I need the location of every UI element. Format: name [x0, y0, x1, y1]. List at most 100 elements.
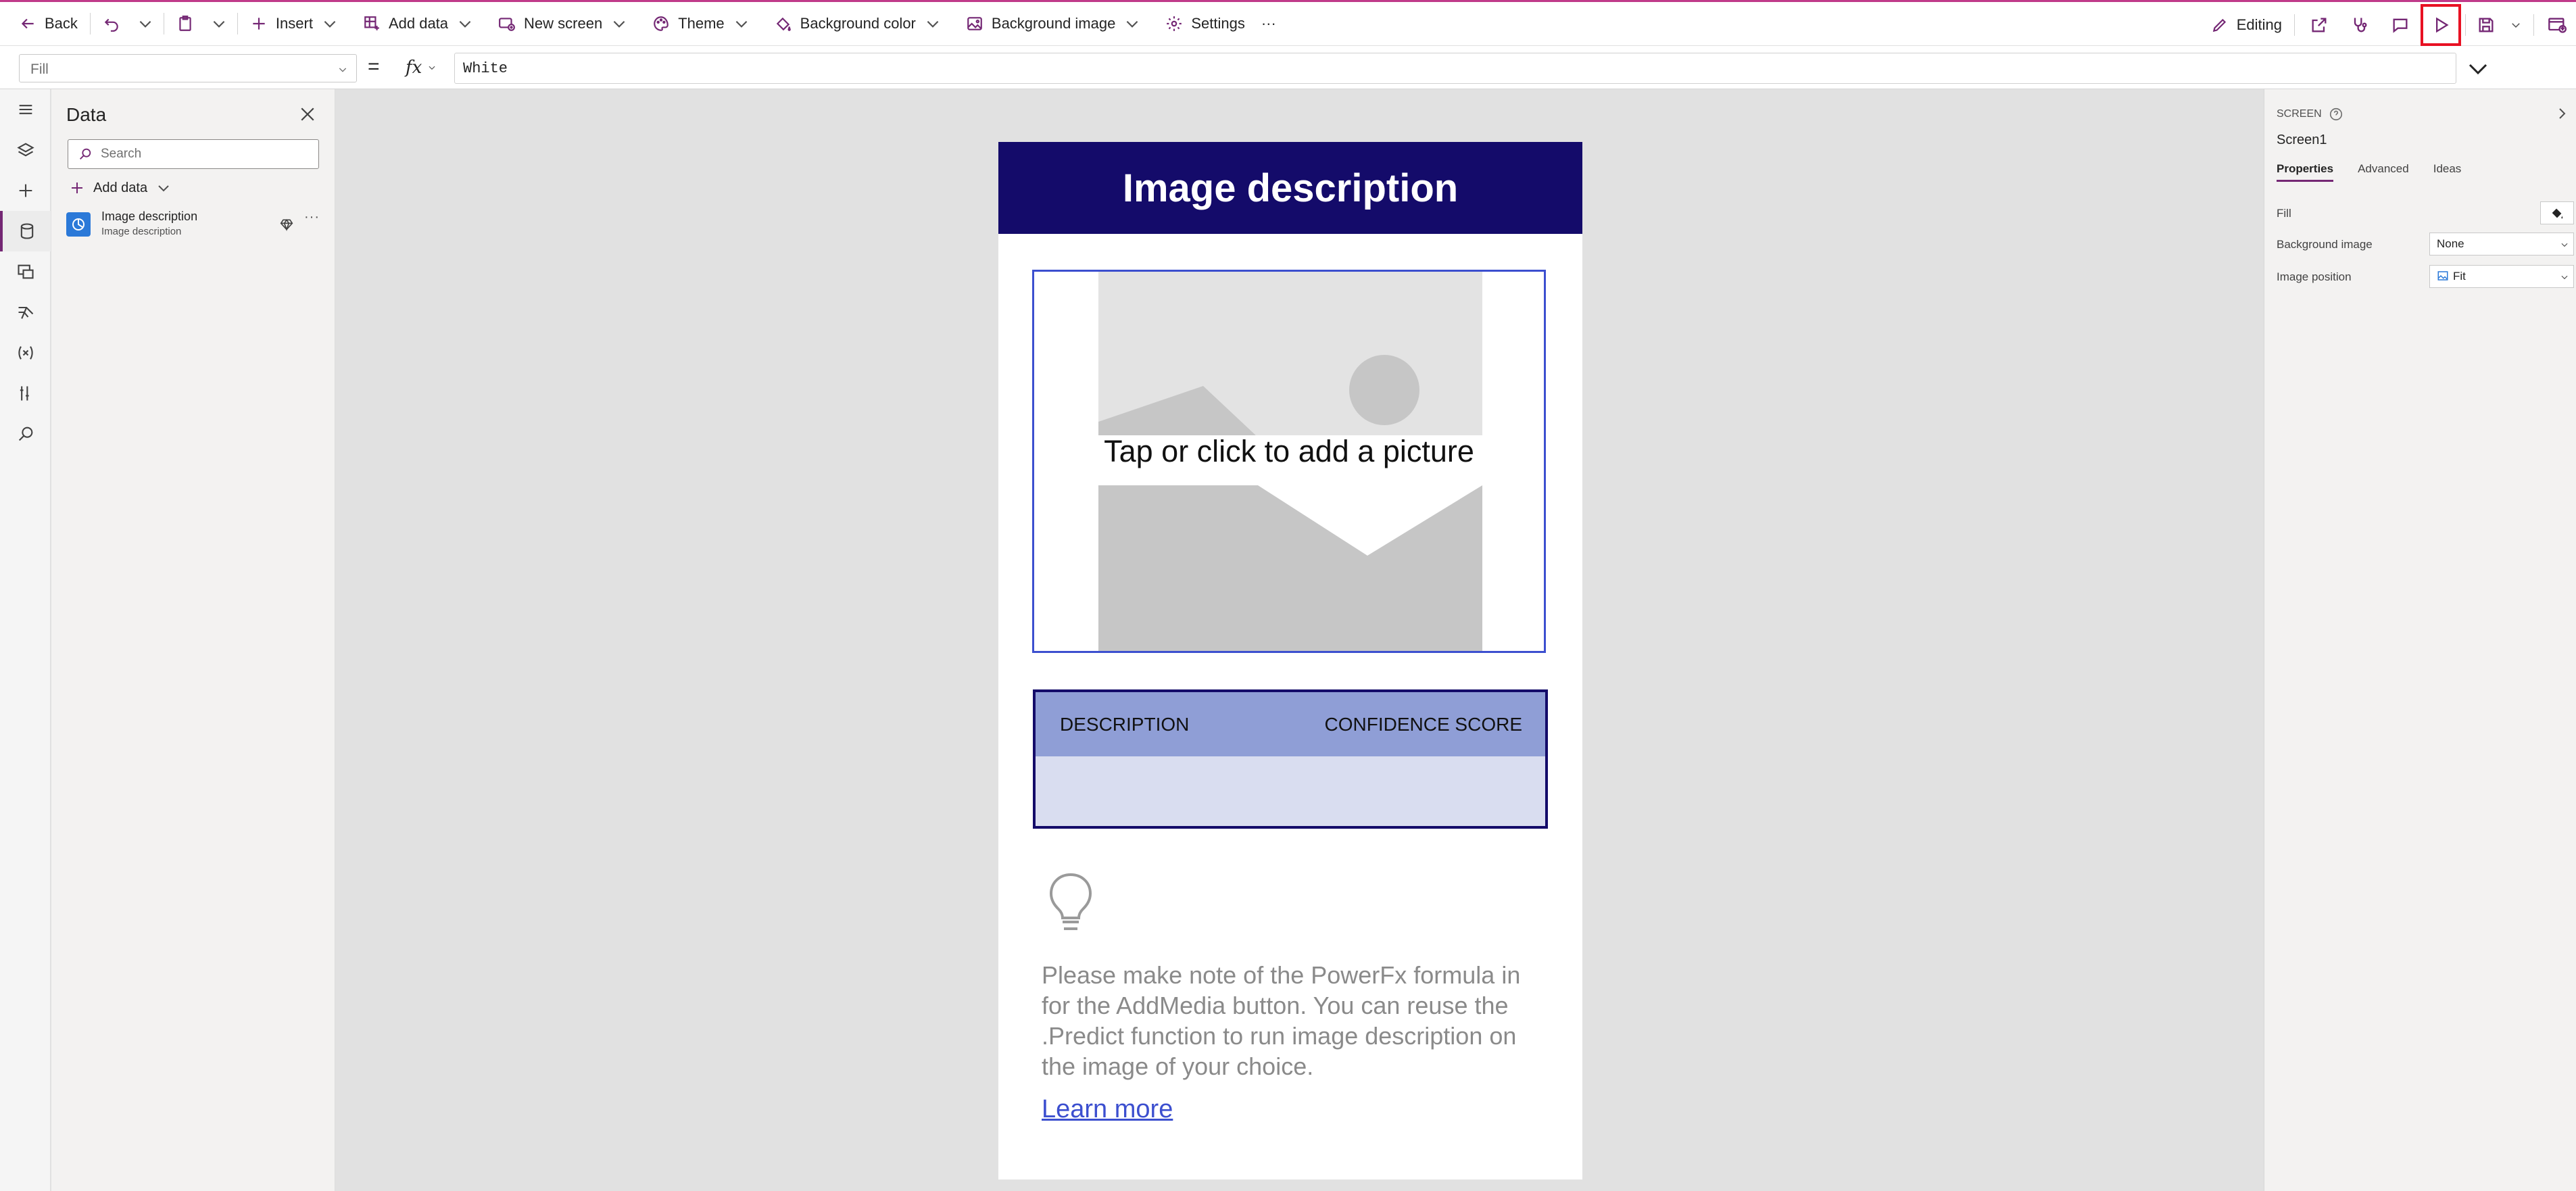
chevron-down-icon	[324, 20, 336, 28]
fill-row: Fill	[2277, 201, 2574, 226]
premium-diamond-icon	[280, 218, 293, 231]
back-button[interactable]: Back	[11, 1, 86, 47]
add-picture-control[interactable]: Tap or click to add a picture	[1032, 270, 1546, 653]
background-color-button[interactable]: Background color	[767, 1, 958, 47]
chevron-down-icon	[459, 20, 471, 28]
share-icon	[2312, 18, 2327, 32]
expand-formula-icon[interactable]	[2466, 57, 2490, 81]
chevron-down-icon	[2561, 275, 2568, 280]
settings-button[interactable]: Settings	[1157, 1, 1253, 47]
advanced-tools-button[interactable]	[0, 373, 51, 414]
publish-button[interactable]	[2538, 2, 2576, 48]
function-picker[interactable]: fx	[406, 53, 437, 82]
help-icon[interactable]	[2329, 107, 2343, 122]
data-search-input[interactable]	[101, 144, 310, 164]
ai-model-icon	[66, 212, 91, 237]
menu-button[interactable]	[0, 89, 51, 130]
fx-icon: fx	[406, 57, 422, 78]
preview-app-button[interactable]	[2421, 2, 2461, 48]
plus-icon	[19, 184, 32, 197]
new-screen-button[interactable]: New screen	[490, 1, 644, 47]
screen-header[interactable]: Image description	[998, 142, 1582, 234]
search-pane-button[interactable]	[0, 414, 51, 454]
media-icon	[17, 264, 34, 279]
image-position-dropdown[interactable]: Fit	[2429, 265, 2574, 288]
chevron-down-icon	[139, 20, 151, 28]
command-bar: Back Insert Add data New screen Theme Ba…	[0, 0, 2576, 46]
app-screen: Image description Tap or click to add a …	[998, 142, 1582, 1180]
app-checker-button[interactable]	[2339, 2, 2380, 48]
control-name[interactable]: Screen1	[2277, 132, 2327, 148]
save-button[interactable]	[2470, 2, 2502, 48]
comment-icon	[2393, 18, 2408, 33]
comments-button[interactable]	[2380, 2, 2421, 48]
data-source-item[interactable]: Image description Image description ···	[66, 210, 327, 242]
property-dropdown[interactable]: Fill	[19, 54, 357, 82]
properties-panel: SCREEN Screen1 Properties Advanced Ideas…	[2264, 89, 2576, 1191]
add-data-button[interactable]: Add data	[355, 1, 490, 47]
search-icon	[80, 148, 91, 160]
background-image-row: Background image None	[2277, 233, 2574, 257]
formula-input[interactable]: White	[454, 53, 2456, 84]
insert-button[interactable]: Insert	[242, 1, 355, 47]
chevron-down-icon	[2561, 243, 2568, 247]
search-icon	[18, 427, 32, 441]
share-button[interactable]	[2299, 2, 2339, 48]
background-image-dropdown[interactable]: None	[2429, 233, 2574, 256]
database-icon	[20, 223, 33, 239]
results-table: DESCRIPTION CONFIDENCE SCORE	[1033, 689, 1548, 829]
image-icon	[967, 17, 982, 30]
data-source-subtitle: Image description	[101, 226, 182, 237]
insert-pane-button[interactable]	[0, 170, 51, 211]
fill-color-picker[interactable]	[2540, 201, 2574, 224]
tab-properties[interactable]: Properties	[2277, 162, 2334, 182]
chevron-down-icon	[927, 20, 939, 28]
editing-button[interactable]: Editing	[2203, 2, 2290, 48]
divider	[2533, 14, 2534, 36]
divider	[2465, 14, 2466, 36]
learn-more-link[interactable]: Learn more	[1042, 1095, 1173, 1124]
undo-dropdown[interactable]	[131, 1, 160, 47]
data-pane-button[interactable]	[0, 211, 51, 251]
publish-icon	[2548, 18, 2567, 33]
divider	[89, 13, 91, 34]
more-commands-button[interactable]: ···	[1253, 1, 1284, 47]
undo-button[interactable]	[95, 1, 131, 47]
control-type-label: SCREEN	[2277, 107, 2343, 122]
variable-icon	[18, 346, 33, 360]
save-dropdown[interactable]	[2502, 2, 2529, 48]
chevron-down-icon	[735, 20, 748, 28]
background-image-button[interactable]: Background image	[958, 1, 1157, 47]
more-options-button[interactable]: ···	[304, 210, 320, 225]
new-screen-icon	[499, 18, 515, 31]
plus-icon	[72, 183, 82, 193]
tab-advanced[interactable]: Advanced	[2358, 162, 2409, 182]
tree-view-button[interactable]	[0, 130, 51, 170]
paste-dropdown[interactable]	[205, 1, 233, 47]
power-automate-button[interactable]	[0, 292, 51, 333]
close-icon[interactable]	[297, 104, 318, 124]
palette-icon	[654, 16, 669, 31]
tab-ideas[interactable]: Ideas	[2433, 162, 2462, 182]
add-data-button[interactable]: Add data	[69, 173, 180, 203]
command-bar-right: Editing	[2203, 2, 2576, 48]
paste-button[interactable]	[168, 1, 205, 47]
chevron-right-icon[interactable]	[2554, 105, 2570, 122]
theme-button[interactable]: Theme	[644, 1, 766, 47]
image-position-label: Image position	[2277, 270, 2352, 283]
chevron-down-icon	[2512, 23, 2520, 28]
preview-highlight	[2421, 4, 2461, 46]
variables-button[interactable]	[0, 333, 51, 373]
clipboard-icon	[179, 16, 191, 31]
chevron-down-icon	[613, 20, 625, 28]
tools-icon	[20, 386, 29, 401]
fit-image-icon	[2437, 271, 2448, 281]
paint-bucket-icon	[2552, 208, 2563, 219]
column-confidence-score: CONFIDENCE SCORE	[1324, 713, 1522, 735]
tip-text: Please make note of the PowerFx formula …	[1042, 961, 1521, 1080]
pencil-icon	[2212, 18, 2226, 32]
media-pane-button[interactable]	[0, 251, 51, 292]
column-description: DESCRIPTION	[1060, 713, 1190, 735]
paint-bucket-icon	[776, 17, 791, 31]
lightbulb-icon	[1049, 873, 1092, 930]
